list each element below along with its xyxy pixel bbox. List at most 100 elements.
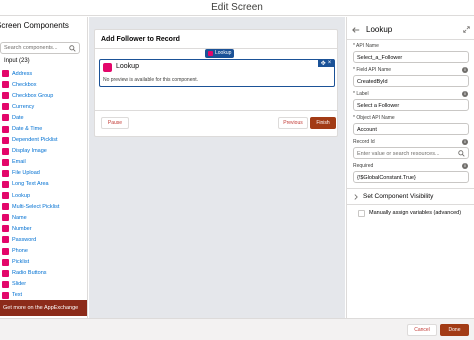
palette-item-label: Display Image xyxy=(12,148,47,155)
palette-item[interactable]: Phone xyxy=(0,246,87,257)
label-label: * Label xyxy=(353,91,369,97)
api-name-input[interactable]: Select_a_Follower xyxy=(353,51,469,63)
component-list: Address Checkbox Checkbox Group Currency Dat… xyxy=(0,68,87,301)
info-icon[interactable]: i xyxy=(462,91,468,97)
previous-button[interactable]: Previous xyxy=(278,117,308,129)
palette-item-label: Multi-Select Picklist xyxy=(12,203,60,210)
finish-button[interactable]: Finish xyxy=(310,117,336,129)
palette-header: Screen Components xyxy=(0,21,69,30)
required-label: Required xyxy=(353,163,374,169)
slider-icon xyxy=(2,280,9,288)
palette-item[interactable]: Picklist xyxy=(0,257,87,268)
palette-item-label: Long Text Area xyxy=(12,181,49,188)
record-id-input[interactable]: Enter value or search resources... xyxy=(353,147,469,159)
palette-item-label: Dependent Picklist xyxy=(12,137,58,144)
date-time-icon xyxy=(2,125,9,133)
info-icon[interactable]: i xyxy=(462,163,468,169)
palette-item-label: Checkbox Group xyxy=(12,92,54,99)
palette-item[interactable]: Lookup xyxy=(0,190,87,201)
palette-item-label: Date xyxy=(12,114,24,121)
palette-item[interactable]: Date xyxy=(0,112,87,123)
password-icon xyxy=(2,236,9,244)
done-button[interactable]: Done xyxy=(440,324,469,336)
component-tools[interactable]: ✥ × xyxy=(318,59,334,67)
field-api-name-input[interactable]: CreatedById xyxy=(353,75,469,87)
input-section-header[interactable]: Input (23) xyxy=(4,58,30,64)
component-preview-text: No preview is available for this compone… xyxy=(103,77,199,83)
section-divider xyxy=(347,188,474,189)
long-text-area-icon xyxy=(2,180,9,188)
palette-item[interactable]: Name xyxy=(0,212,87,223)
manual-assign-label: Manually assign variables (advanced) xyxy=(369,210,462,216)
palette-item[interactable]: Email xyxy=(0,157,87,168)
api-name-label: * API Name xyxy=(353,43,379,49)
close-icon[interactable]: × xyxy=(328,60,332,66)
expand-icon[interactable] xyxy=(463,26,470,33)
radio-buttons-icon xyxy=(2,269,9,277)
palette-item[interactable]: Multi-Select Picklist xyxy=(0,201,87,212)
pause-button[interactable]: Pause xyxy=(101,117,129,129)
palette-item-label: Phone xyxy=(12,248,28,255)
palette-item-label: Lookup xyxy=(12,192,31,199)
window-title: Edit Screen xyxy=(211,2,263,13)
footer-bar: Cancel Done xyxy=(0,318,474,340)
api-name-value: Select_a_Follower xyxy=(357,55,403,61)
dependent-picklist-icon xyxy=(2,136,9,144)
palette-item[interactable]: Radio Buttons xyxy=(0,268,87,279)
components-palette: Screen Components Search components... I… xyxy=(0,17,88,318)
info-icon[interactable]: i xyxy=(462,67,468,73)
object-api-name-label: * Object API Name xyxy=(353,115,395,121)
manual-assign-checkbox[interactable] xyxy=(358,210,365,217)
object-api-name-input[interactable]: Account xyxy=(353,123,469,135)
label-input[interactable]: Select a Follower xyxy=(353,99,469,111)
appexchange-link[interactable]: Get more on the AppExchange xyxy=(0,300,87,316)
object-api-name-value: Account xyxy=(357,127,377,133)
palette-item[interactable]: Long Text Area xyxy=(0,179,87,190)
component-search-input[interactable]: Search components... xyxy=(0,42,80,54)
search-icon xyxy=(458,150,465,157)
picklist-icon xyxy=(2,258,9,266)
file-upload-icon xyxy=(2,169,9,177)
text-icon xyxy=(2,291,9,299)
required-input[interactable]: {!$GlobalConstant.True} xyxy=(353,171,469,183)
palette-item[interactable]: Password xyxy=(0,234,87,245)
back-arrow-icon[interactable] xyxy=(352,26,360,34)
palette-item[interactable]: Dependent Picklist xyxy=(0,135,87,146)
label-value: Select a Follower xyxy=(357,103,400,109)
email-icon xyxy=(2,158,9,166)
palette-item[interactable]: Address xyxy=(0,68,87,79)
lookup-component[interactable]: Lookup No preview is available for this … xyxy=(99,59,335,87)
component-visibility-toggle[interactable]: Set Component Visibility xyxy=(353,193,433,200)
palette-item[interactable]: Number xyxy=(0,223,87,234)
field-api-name-value: CreatedById xyxy=(357,79,388,85)
visibility-label: Set Component Visibility xyxy=(363,193,434,200)
palette-item-label: Currency xyxy=(12,103,35,110)
appexchange-label: Get more on the AppExchange xyxy=(3,305,79,311)
palette-item-label: Number xyxy=(12,225,32,232)
palette-item-label: Date & Time xyxy=(12,126,43,133)
palette-item[interactable]: Display Image xyxy=(0,146,87,157)
field-api-name-label: * Field API Name xyxy=(353,67,392,73)
phone-icon xyxy=(2,247,9,255)
currency-icon xyxy=(2,103,9,111)
screen-card: Add Follower to Record Lookup Lookup No … xyxy=(94,29,338,137)
palette-item[interactable]: Checkbox xyxy=(0,79,87,90)
info-icon[interactable]: i xyxy=(462,139,468,145)
screen-canvas: Add Follower to Record Lookup Lookup No … xyxy=(89,17,345,318)
palette-item-label: Password xyxy=(12,236,37,243)
palette-item[interactable]: File Upload xyxy=(0,168,87,179)
palette-item-label: Slider xyxy=(12,281,27,288)
palette-item[interactable]: Date & Time xyxy=(0,123,87,134)
lookup-icon xyxy=(103,63,112,72)
checkbox-group-icon xyxy=(2,92,9,100)
palette-item[interactable]: Currency xyxy=(0,101,87,112)
move-icon[interactable]: ✥ xyxy=(321,60,326,67)
date-icon xyxy=(2,114,9,122)
palette-item-label: Radio Buttons xyxy=(12,270,47,277)
cancel-button[interactable]: Cancel xyxy=(407,324,437,336)
palette-item[interactable]: Checkbox Group xyxy=(0,90,87,101)
screen-title: Add Follower to Record xyxy=(101,36,180,43)
palette-item-label: Email xyxy=(12,159,26,166)
title-bar: Edit Screen xyxy=(0,0,474,16)
palette-item[interactable]: Slider xyxy=(0,279,87,290)
